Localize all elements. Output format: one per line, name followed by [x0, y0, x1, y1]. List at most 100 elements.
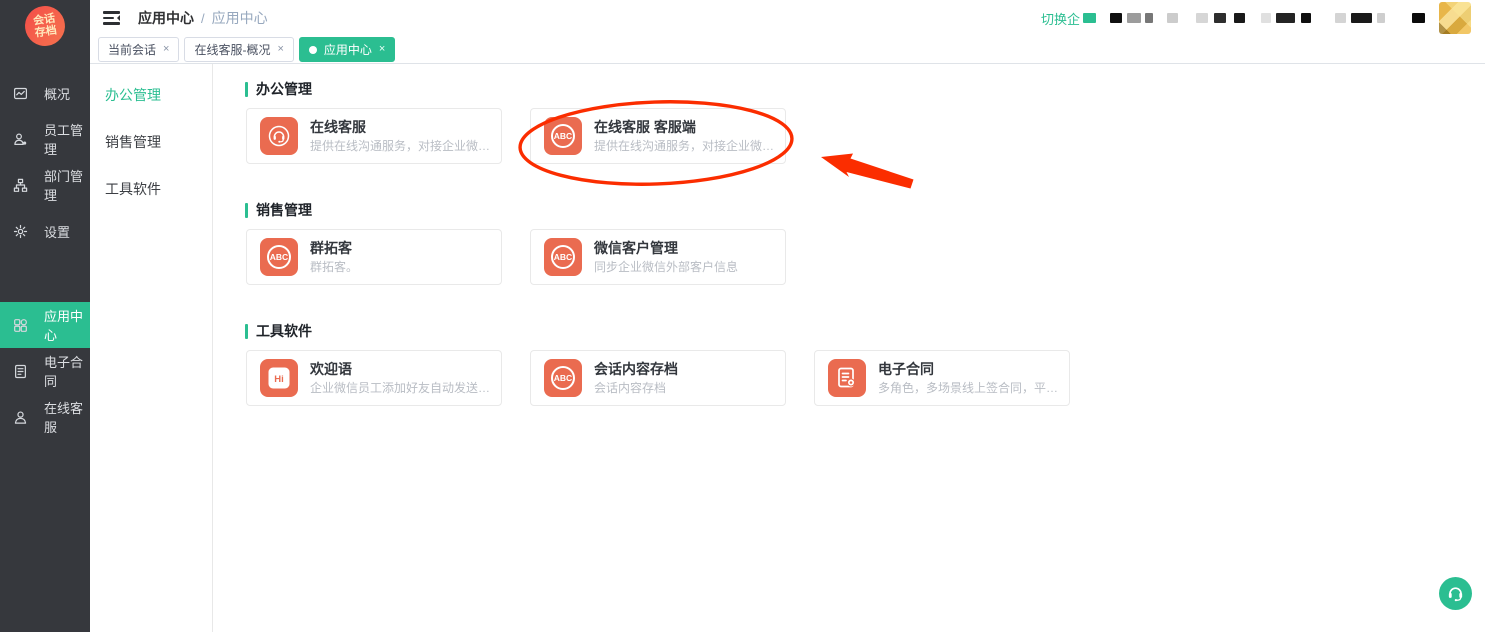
app-card-text: 群拓客群拓客。	[310, 240, 496, 275]
sidebar-item-应用中心[interactable]: 应用中心	[0, 302, 90, 348]
sidebar-item-设置[interactable]: 设置	[0, 208, 90, 254]
abc-app-icon: ABC	[544, 238, 582, 276]
category-item-销售管理[interactable]: 销售管理	[90, 119, 212, 166]
app-card-会话内容存档[interactable]: ABC 会话内容存档会话内容存档	[530, 350, 786, 406]
apps-icon	[13, 318, 36, 333]
svg-text:ABC: ABC	[554, 373, 572, 383]
section-title-bar	[245, 324, 248, 339]
breadcrumb-level1[interactable]: 应用中心	[138, 8, 194, 28]
masked-enterprise-name	[1082, 13, 1425, 23]
masked-text-block	[1167, 13, 1178, 23]
departments-icon	[13, 178, 36, 193]
settings-icon	[13, 224, 36, 239]
switch-enterprise-button[interactable]: 切换企	[1041, 9, 1080, 28]
app-name: 电子合同	[878, 361, 1064, 378]
contract-icon	[13, 364, 36, 379]
app-card-微信客户管理[interactable]: ABC 微信客户管理同步企业微信外部客户信息	[530, 229, 786, 285]
open-tabs-bar: 当前会话×在线客服-概况×应用中心×	[90, 36, 1485, 64]
active-tab-dot-icon	[309, 46, 317, 54]
app-description: 群拓客。	[310, 260, 496, 275]
tab-当前会话[interactable]: 当前会话 ×	[98, 37, 179, 62]
section-title: 销售管理	[245, 202, 1485, 218]
masked-text-block	[1412, 13, 1425, 23]
tab-close-icon[interactable]: ×	[379, 44, 385, 55]
app-card-text: 微信客户管理同步企业微信外部客户信息	[594, 240, 780, 275]
category-item-工具软件[interactable]: 工具软件	[90, 166, 212, 213]
tab-close-icon[interactable]: ×	[163, 44, 169, 55]
app-name: 在线客服	[310, 119, 496, 136]
menu-fold-icon[interactable]	[103, 11, 120, 25]
masked-text-block	[1377, 13, 1385, 23]
customer-service-float-button[interactable]	[1439, 577, 1472, 610]
section-title: 办公管理	[245, 81, 1485, 97]
section-title-text: 销售管理	[256, 200, 312, 220]
tab-在线客服-概况[interactable]: 在线客服-概况 ×	[184, 37, 293, 62]
headset-icon	[1446, 584, 1465, 603]
masked-text-block	[1234, 13, 1245, 23]
sidebar-item-员工管理[interactable]: 员工管理	[0, 116, 90, 162]
sidebar-item-部门管理[interactable]: 部门管理	[0, 162, 90, 208]
tab-label: 当前会话	[108, 41, 156, 58]
masked-text-block	[1261, 13, 1271, 23]
main-sidebar: 会话 存档 概况员工管理部门管理设置应用中心电子合同在线客服	[0, 0, 90, 632]
abc-icon: ABC	[264, 242, 294, 272]
sidebar-item-label: 应用中心	[44, 306, 90, 344]
tab-label: 在线客服-概况	[194, 41, 270, 58]
econtract-icon	[835, 366, 859, 390]
hi-icon: Hi	[267, 366, 291, 390]
masked-text-block	[1214, 13, 1226, 23]
masked-text-block	[1276, 13, 1295, 23]
abc-app-icon: ABC	[260, 238, 298, 276]
masked-text-block	[1127, 13, 1141, 23]
app-card-text: 会话内容存档会话内容存档	[594, 361, 780, 396]
overview-icon	[13, 86, 36, 101]
app-card-欢迎语[interactable]: Hi 欢迎语企业微信员工添加好友自动发送欢...	[246, 350, 502, 406]
abc-icon: ABC	[548, 242, 578, 272]
abc-icon: ABC	[548, 121, 578, 151]
tab-close-icon[interactable]: ×	[277, 44, 283, 55]
category-sidebar: 办公管理销售管理工具软件	[90, 64, 213, 632]
app-card-text: 欢迎语企业微信员工添加好友自动发送欢...	[310, 361, 496, 396]
sidebar-item-label: 概况	[44, 84, 70, 103]
sidebar-item-在线客服[interactable]: 在线客服	[0, 394, 90, 440]
app-card-row: ABC 群拓客群拓客。 ABC 微信客户管理同步企业微信外部客户信息	[246, 229, 1485, 285]
section-title-bar	[245, 82, 248, 97]
app-card-群拓客[interactable]: ABC 群拓客群拓客。	[246, 229, 502, 285]
app-card-text: 在线客服 客服端提供在线沟通服务，对接企业微信...	[594, 119, 780, 154]
masked-text-block	[1351, 13, 1372, 23]
app-card-电子合同[interactable]: 电子合同多角色，多场景线上签合同，平台...	[814, 350, 1070, 406]
section-title: 工具软件	[245, 323, 1485, 339]
app-description: 企业微信员工添加好友自动发送欢...	[310, 381, 496, 396]
svg-text:ABC: ABC	[270, 252, 288, 262]
app-logo: 会话 存档	[22, 3, 67, 48]
sidebar-item-label: 员工管理	[44, 120, 90, 158]
abc-app-icon: ABC	[544, 359, 582, 397]
sidebar-item-概况[interactable]: 概况	[0, 70, 90, 116]
app-card-row: 在线客服提供在线沟通服务，对接企业微信... ABC 在线客服 客服端提供在线沟通服…	[246, 108, 1485, 164]
masked-text-block	[1145, 13, 1153, 23]
switch-enterprise-label: 切换企	[1041, 9, 1080, 28]
app-card-text: 电子合同多角色，多场景线上签合同，平台...	[878, 361, 1064, 396]
category-item-办公管理[interactable]: 办公管理	[90, 72, 212, 119]
app-card-在线客服[interactable]: 在线客服提供在线沟通服务，对接企业微信...	[246, 108, 502, 164]
svg-text:ABC: ABC	[554, 252, 572, 262]
masked-text-block	[1301, 13, 1311, 23]
app-description: 同步企业微信外部客户信息	[594, 260, 780, 275]
breadcrumb-level2: 应用中心	[212, 8, 268, 28]
headset-app-icon	[260, 117, 298, 155]
user-avatar[interactable]	[1439, 2, 1471, 34]
app-sections: 办公管理在线客服提供在线沟通服务，对接企业微信... ABC 在线客服 客服端提供在…	[214, 64, 1485, 632]
sidebar-menu: 概况员工管理部门管理设置应用中心电子合同在线客服	[0, 70, 90, 440]
svg-text:ABC: ABC	[554, 131, 572, 141]
breadcrumb-separator: /	[201, 11, 205, 26]
app-name: 在线客服 客服端	[594, 119, 780, 136]
app-card-在线客服 客服端[interactable]: ABC 在线客服 客服端提供在线沟通服务，对接企业微信...	[530, 108, 786, 164]
econtract-app-icon	[828, 359, 866, 397]
section-title-text: 办公管理	[256, 79, 312, 99]
app-description: 会话内容存档	[594, 381, 780, 396]
section-title-bar	[245, 203, 248, 218]
headset-icon	[267, 124, 291, 148]
app-center-page: 会话 存档 概况员工管理部门管理设置应用中心电子合同在线客服 应用中心 / 应用…	[0, 0, 1485, 632]
tab-应用中心[interactable]: 应用中心×	[299, 37, 395, 62]
sidebar-item-电子合同[interactable]: 电子合同	[0, 348, 90, 394]
